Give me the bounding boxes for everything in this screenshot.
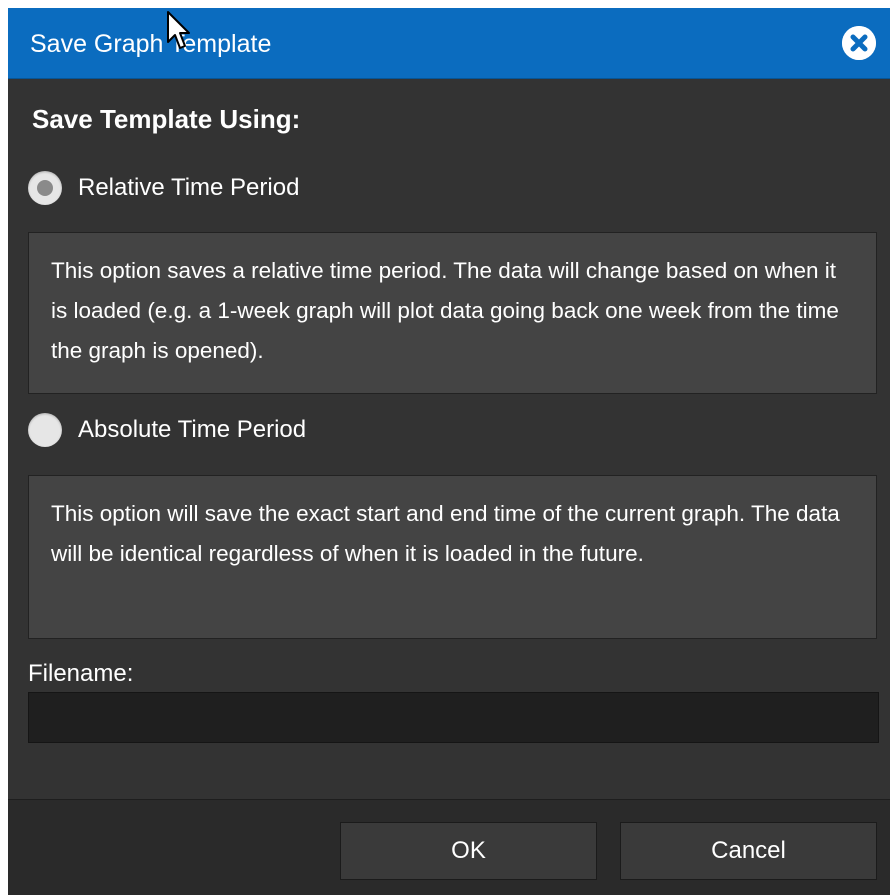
section-heading: Save Template Using: xyxy=(32,104,301,134)
dialog-body: Save Template Using: Relative Time Perio… xyxy=(8,79,890,799)
filename-input[interactable] xyxy=(28,692,879,743)
absolute-time-description-text: This option will save the exact start an… xyxy=(51,501,840,566)
relative-time-radio[interactable] xyxy=(28,171,62,205)
dialog-title: Save Graph Template xyxy=(30,30,272,58)
cancel-button[interactable]: Cancel xyxy=(620,822,877,880)
filename-label: Filename: xyxy=(28,660,134,687)
absolute-time-radio[interactable] xyxy=(28,413,62,447)
ok-button[interactable]: OK xyxy=(340,822,597,880)
relative-time-period-option[interactable]: Relative Time Period xyxy=(28,168,299,208)
dialog-titlebar: Save Graph Template xyxy=(8,8,890,79)
relative-time-description-text: This option saves a relative time period… xyxy=(51,258,839,363)
save-graph-template-dialog: Save Graph Template Save Template Using:… xyxy=(8,8,890,895)
absolute-time-label: Absolute Time Period xyxy=(78,416,307,443)
absolute-time-description: This option will save the exact start an… xyxy=(28,475,877,639)
absolute-time-period-option[interactable]: Absolute Time Period xyxy=(28,410,306,450)
dialog-footer: OK Cancel xyxy=(8,799,890,895)
relative-time-label: Relative Time Period xyxy=(78,174,300,201)
relative-time-description: This option saves a relative time period… xyxy=(28,232,877,394)
close-icon[interactable] xyxy=(842,26,876,60)
